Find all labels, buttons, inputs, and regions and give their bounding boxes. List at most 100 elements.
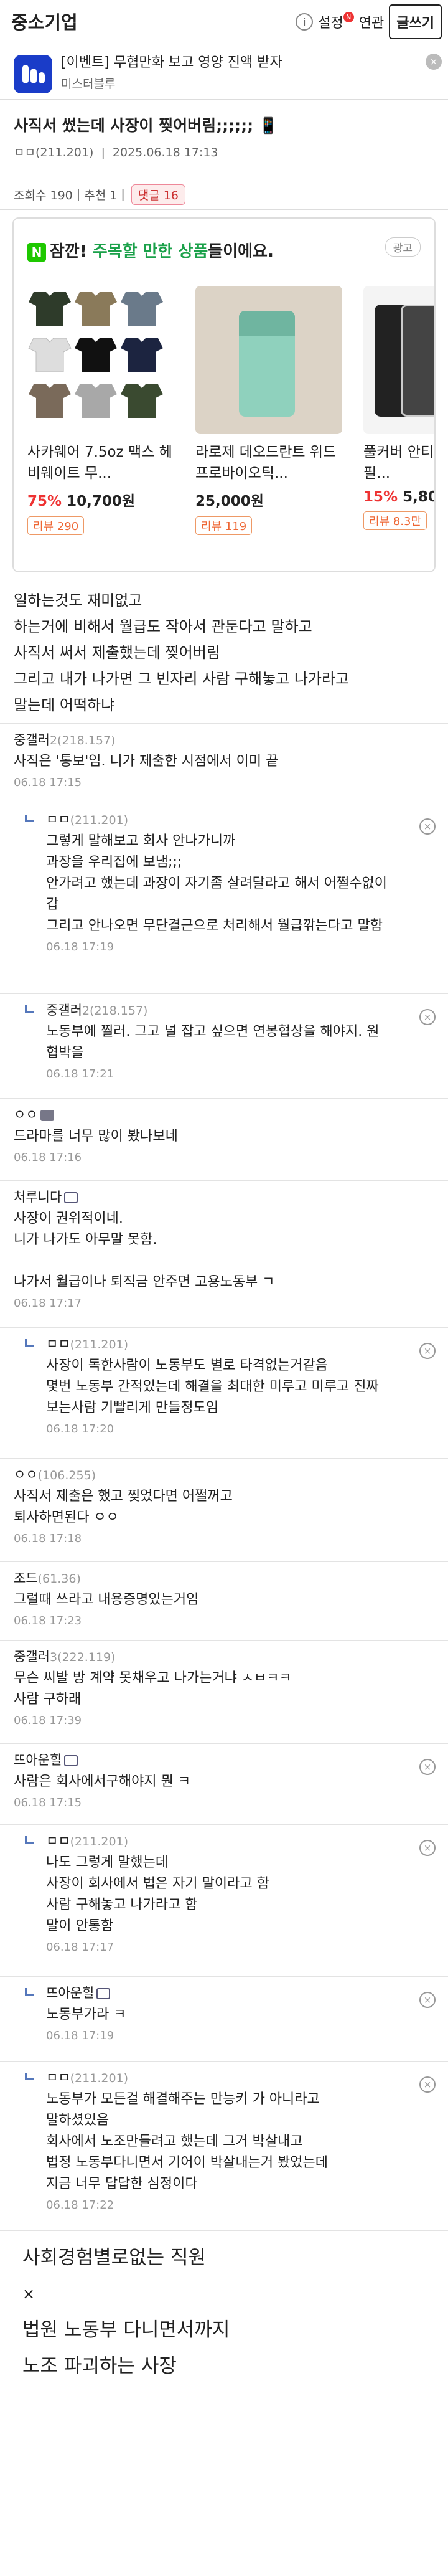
discount: 75% <box>27 493 62 509</box>
body-line: 사직서 써서 제출했는데 찢어버림 <box>14 644 221 661</box>
comment-time: 06.18 17:22 <box>46 2199 114 2212</box>
comment-time: 06.18 17:23 <box>14 1614 82 1627</box>
recommend-count: 추천 1 <box>84 188 118 202</box>
comment-label: 댓글 <box>138 188 160 202</box>
nick: 뜨아운힐 <box>46 1986 95 2001</box>
ip: (211.201) <box>70 1338 129 1352</box>
comment: ㅇㅇ 드라마를 너무 많이 봤나보네 06.18 17:16 <box>0 1098 448 1180</box>
reply: ㅁㅁ(211.201) 사장이 독한사람이 노동부도 별로 타격없는거같음 몇번… <box>0 1327 448 1458</box>
delete-icon[interactable]: × <box>419 1992 436 2008</box>
comment-author[interactable]: 중갤러2(218.157) <box>14 730 423 749</box>
post-author[interactable]: ㅁㅁ(211.201) <box>14 146 93 159</box>
comment-author[interactable]: ㅁㅁ(211.201) <box>46 2068 423 2086</box>
comment-author[interactable]: 중갤러3(222.119) <box>14 1647 423 1665</box>
comment-time: 06.18 17:15 <box>14 1796 82 1809</box>
ip: 2(218.157) <box>49 734 116 747</box>
comment: 조드(61.36) 그럴때 쓰라고 내용증명있는거임 06.18 17:23 <box>0 1561 448 1640</box>
text-line: 말하셨있음 <box>46 2113 110 2128</box>
text-line: 퇴사하면된다 ㅇㅇ <box>14 1510 119 1525</box>
nick: 중갤러 <box>14 1649 50 1664</box>
footer-line: × <box>22 2285 35 2303</box>
product-price: 25,000원 <box>195 489 342 510</box>
view-count: 조회수 190 <box>14 188 73 202</box>
ad-tag[interactable]: 광고 <box>385 237 421 257</box>
text-line: 노동부에 찔러. 그고 널 잡고 싶으면 연봉협상을 해야지. 원 <box>46 1024 380 1039</box>
comment-text: 사장이 독한사람이 노동부도 별로 타격없는거같음 몇번 노동부 간적있는데 해… <box>46 1355 423 1419</box>
info-icon[interactable]: i <box>296 13 314 31</box>
mrblue-logo <box>14 55 52 93</box>
new-badge: N <box>343 12 354 22</box>
ad-sponsor: 미스터블루 <box>61 77 116 91</box>
comment: ㅇㅇ(106.255) 사직서 제출은 했고 찢었다면 어쩔꺼고 퇴사하면된다 … <box>0 1458 448 1561</box>
footer-text: 사회경험별로없는 직원 × 법원 노동부 다니면서까지 노조 파괴하는 사장 <box>0 2230 448 2384</box>
product-name: 풀커버 안티 화 PMMA필... <box>363 444 434 481</box>
settings-link[interactable]: 설정 N <box>318 12 354 32</box>
comment-author[interactable]: ㅁㅁ(211.201) <box>46 1831 423 1850</box>
reply: ㅁㅁ(211.201) 나도 그렇게 말했는데 사장이 회사에서 법은 자기 말… <box>0 1824 448 1976</box>
body-line: 일하는것도 재미없고 <box>14 592 142 609</box>
comment-text: 사직은 '통보'임. 니가 제출한 시점에서 이미 끝 <box>14 751 423 772</box>
post-date: 2025.06.18 17:13 <box>112 146 218 159</box>
body-line: 말는데 어떡하냐 <box>14 696 115 714</box>
settings-label: 설정 <box>318 16 343 31</box>
gallery-title[interactable]: 중소기업 <box>11 8 78 34</box>
delete-icon[interactable]: × <box>419 2076 436 2093</box>
product-card[interactable]: 라로제 데오드란트 위드 프로바이오틱... 25,000원 리뷰 119 <box>195 286 342 535</box>
comment-text: 드라마를 너무 많이 봤나보네 <box>14 1126 423 1147</box>
comment-text: 무슨 씨발 방 계약 못채우고 나가는거냐 ㅅㅂㅋㅋ 사람 구하래 <box>14 1668 423 1710</box>
delete-icon[interactable]: × <box>419 1840 436 1856</box>
reply: 뜨아운힐 노동부가라 ㅋ 06.18 17:19 × <box>0 1976 448 2061</box>
ip: (106.255) <box>37 1469 96 1482</box>
text-line: 회사에서 노조만들려고 했는데 그거 박살내고 <box>46 2134 303 2149</box>
delete-icon[interactable]: × <box>419 1759 436 1775</box>
text-line: 드라마를 너무 많이 봤나보네 <box>14 1129 178 1144</box>
text-line: 법정 노동부다니면서 기어이 박살내는거 봤었는데 <box>46 2155 329 2171</box>
text-line: 사장이 독한사람이 노동부도 별로 타격없는거같음 <box>46 1358 329 1373</box>
text-line: 무슨 씨발 방 계약 못채우고 나가는거냐 ㅅㅂㅋㅋ <box>14 1670 292 1686</box>
delete-icon[interactable]: × <box>419 818 436 835</box>
comment-count-badge[interactable]: 댓글 16 <box>131 184 185 205</box>
delete-icon[interactable]: × <box>419 1343 436 1359</box>
comment-author[interactable]: 뜨아운힐 <box>46 1983 423 2002</box>
nick: ㅁㅁ <box>46 1337 70 1352</box>
reply-arrow-icon <box>25 1836 34 1844</box>
related-link[interactable]: 연관 <box>359 12 384 32</box>
comment-author[interactable]: 중갤러2(218.157) <box>46 1000 423 1019</box>
product-card[interactable]: 풀커버 안티 화 PMMA필... 15% 5,800 리뷰 8.3만 <box>363 286 434 530</box>
text-line: 갑 <box>46 897 59 912</box>
deodorant-image <box>195 286 342 434</box>
write-button[interactable]: 글쓰기 <box>389 4 442 39</box>
comment-author[interactable]: ㅇㅇ <box>14 1105 423 1124</box>
comment-author[interactable]: 처루니다 <box>14 1187 423 1206</box>
ip: 3(222.119) <box>49 1650 116 1664</box>
comment-author[interactable]: ㅁㅁ(211.201) <box>46 810 423 828</box>
text-line: 나가서 월급이나 퇴직금 안주면 고용노동부 ㄱ <box>14 1274 275 1290</box>
comment-list: 중갤러2(218.157) 사직은 '통보'임. 니가 제출한 시점에서 이미 … <box>0 723 448 2230</box>
comment-time: 06.18 17:20 <box>46 1423 114 1436</box>
comment-author[interactable]: 뜨아운힐 <box>14 1750 423 1769</box>
text-line: 안가려고 했는데 과장이 자기좀 살려달라고 해서 어쩔수없이 <box>46 876 387 891</box>
price-value: 5,800 <box>403 489 434 505</box>
ip: (211.201) <box>70 1835 129 1849</box>
product-price: 15% 5,800 <box>363 489 434 505</box>
member-icon <box>64 1192 78 1203</box>
comment-author[interactable]: ㅁㅁ(211.201) <box>46 1334 423 1353</box>
post-stats: 조회수 190 | 추천 1 | 댓글 16 <box>0 179 448 210</box>
text-line: 노동부가라 ㅋ <box>46 2007 126 2022</box>
text-line: 사장이 권위적이네. <box>14 1211 123 1226</box>
reply: 중갤러2(218.157) 노동부에 찔러. 그고 널 잡고 싶으면 연봉협상을… <box>0 993 448 1098</box>
shopping-card: N 잠깐! 주목할 만한 상품들이에요. 광고 사카웨어 7.5oz 맥스 헤비웨… <box>12 217 436 572</box>
ad-banner[interactable]: [이벤트] 무협만화 보고 영양 진액 받자 미스터블루 × <box>0 42 448 100</box>
text-line: 과장을 우리집에 보냄;;; <box>46 855 182 870</box>
product-card[interactable]: 사카웨어 7.5oz 맥스 헤비웨이트 무... 75% 10,700원 리뷰 … <box>27 286 174 535</box>
reply-arrow-icon <box>25 815 34 822</box>
comment-author[interactable]: ㅇㅇ(106.255) <box>14 1465 423 1484</box>
reply: ㅁㅁ(211.201) 노동부가 모든걸 해결해주는 만능키 가 아니라고 말하… <box>0 2061 448 2230</box>
nick: 중갤러 <box>14 732 50 747</box>
comment: 처루니다 사장이 권위적이네. 니가 나가도 아무말 못함. 나가서 월급이나 … <box>0 1180 448 1327</box>
comment-author[interactable]: 조드(61.36) <box>14 1568 423 1587</box>
ip: (211.201) <box>70 813 129 827</box>
comment-time: 06.18 17:17 <box>14 1297 82 1310</box>
close-icon[interactable]: × <box>426 54 442 70</box>
delete-icon[interactable]: × <box>419 1009 436 1025</box>
